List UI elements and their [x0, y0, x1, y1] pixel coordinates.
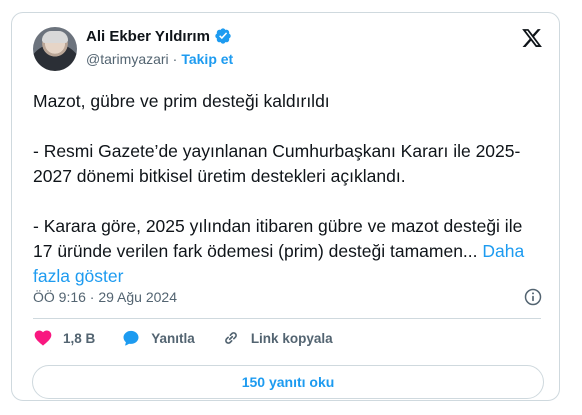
- timestamp[interactable]: ÖÖ 9:16 · 29 Ağu 2024: [33, 289, 177, 305]
- author-handle-row: @tarimyazari · Takip et: [86, 51, 233, 67]
- avatar[interactable]: [33, 27, 77, 71]
- meta-row: ÖÖ 9:16 · 29 Ağu 2024: [33, 287, 543, 307]
- author-name[interactable]: Ali Ekber Yıldırım: [86, 28, 210, 45]
- verified-badge-icon: [215, 28, 231, 44]
- copy-link-label: Link kopyala: [250, 330, 333, 346]
- like-button[interactable]: 1,8 B: [33, 328, 95, 348]
- tweet-body: Mazot, gübre ve prim desteği kaldırıldı …: [33, 91, 523, 261]
- read-replies-button[interactable]: 150 yanıtı oku: [32, 365, 544, 399]
- tweet-card: Ali Ekber Yıldırım @tarimyazari · Takip …: [11, 12, 560, 401]
- reply-icon: [123, 330, 139, 346]
- copy-link-button[interactable]: Link kopyala: [221, 328, 333, 348]
- author-name-row: Ali Ekber Yıldırım: [86, 27, 232, 45]
- link-icon: [224, 332, 237, 344]
- separator-dot: ·: [172, 51, 178, 67]
- follow-button[interactable]: Takip et: [181, 51, 233, 67]
- heart-icon: [34, 330, 52, 346]
- reply-button[interactable]: Yanıtla: [121, 328, 195, 348]
- info-icon[interactable]: [523, 287, 543, 307]
- action-bar: 1,8 B Yanıtla Link kopyala: [33, 326, 359, 350]
- author-handle[interactable]: @tarimyazari: [86, 51, 169, 67]
- like-count: 1,8 B: [63, 330, 96, 346]
- tweet-text: Mazot, gübre ve prim desteği kaldırıldı …: [33, 89, 543, 289]
- divider: [33, 318, 541, 319]
- reply-label: Yanıtla: [151, 330, 195, 346]
- x-logo-icon[interactable]: [521, 27, 543, 49]
